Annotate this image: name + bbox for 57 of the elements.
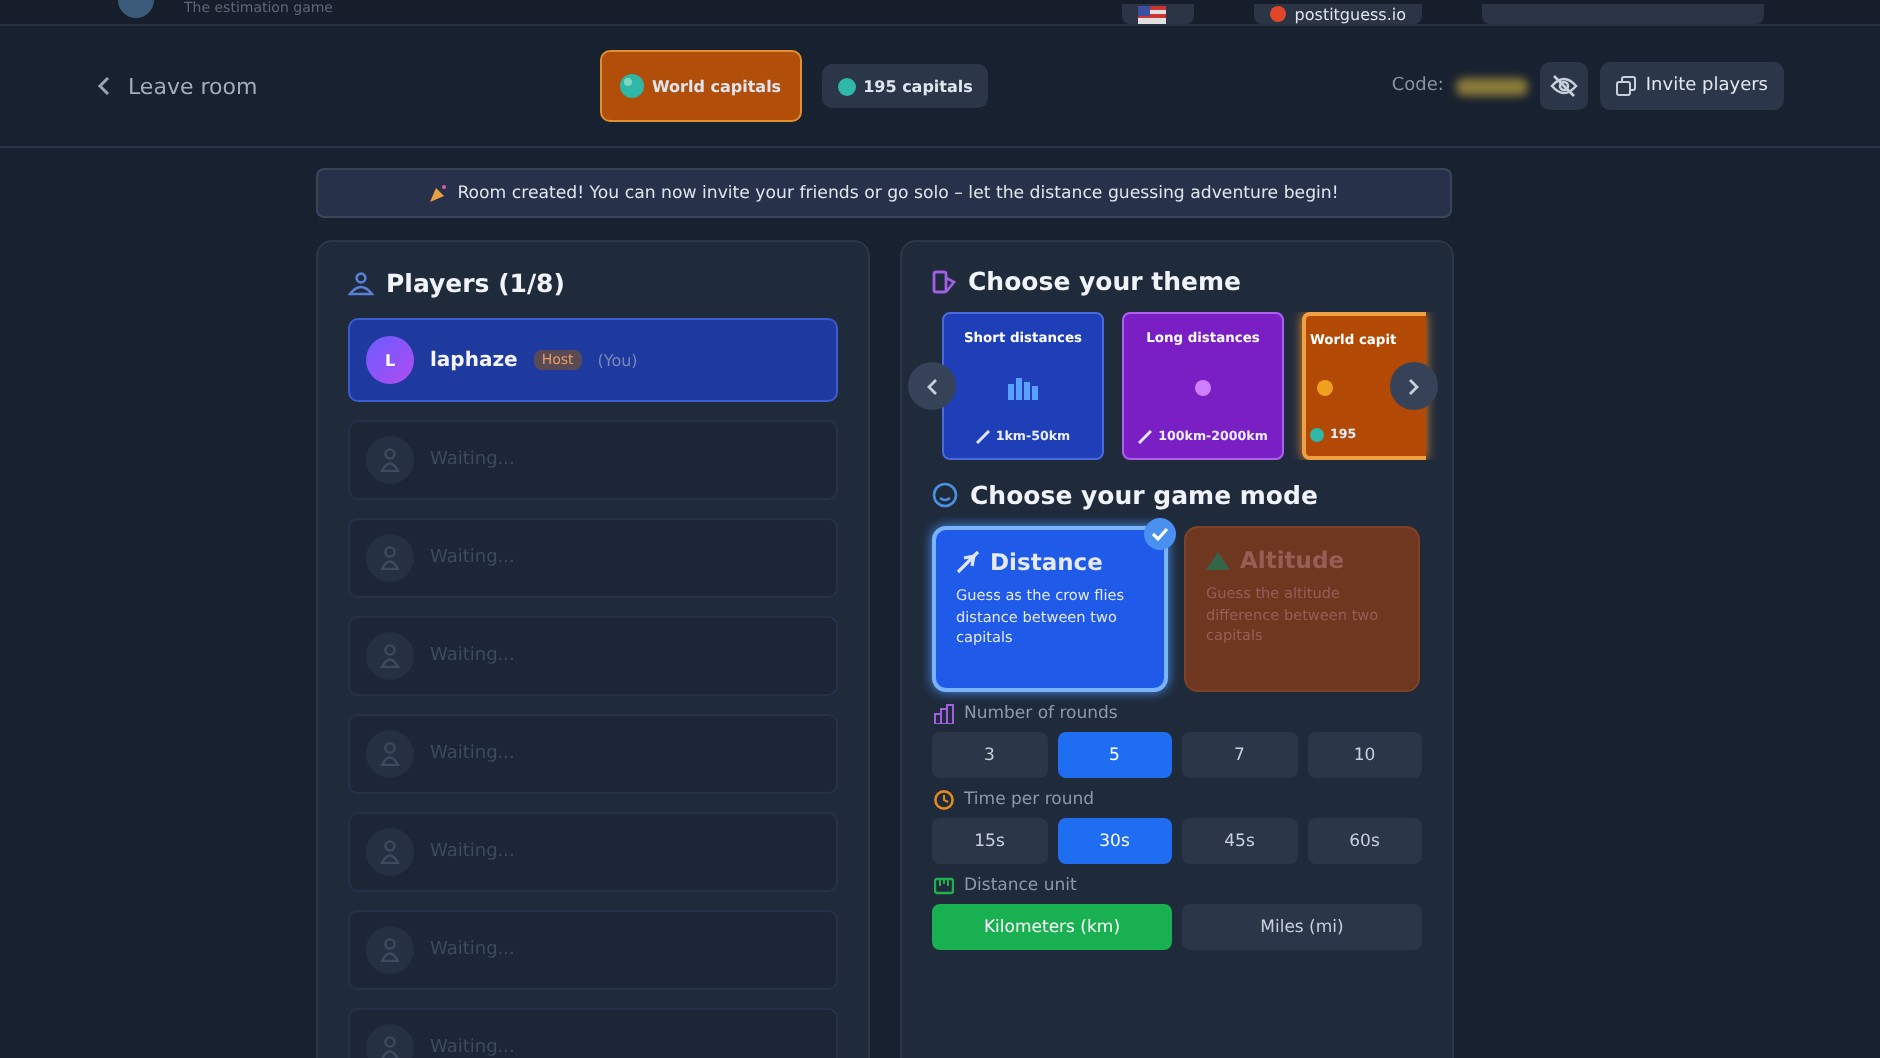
hide-code-button[interactable] [1539, 62, 1588, 110]
code-label: Code: [1391, 76, 1444, 96]
mountain-icon [1206, 550, 1230, 570]
person-icon [380, 938, 400, 962]
option-button[interactable]: 60s [1307, 818, 1422, 864]
party-popper-icon [429, 184, 448, 202]
option-button[interactable]: 15s [932, 818, 1047, 864]
airplane-icon [956, 550, 980, 574]
chevron-right-icon [1408, 377, 1420, 395]
invite-players-button[interactable]: Invite players [1599, 62, 1784, 110]
option-button[interactable]: 5 [1057, 732, 1172, 778]
language-button[interactable] [1122, 4, 1195, 24]
next-button[interactable] [1390, 362, 1438, 410]
option-button[interactable]: 7 [1182, 732, 1297, 778]
bar-chart-icon [934, 704, 954, 724]
game-mode-heading: Choose your game mode [970, 480, 1318, 510]
person-icon [380, 1036, 400, 1058]
eye-off-icon [1549, 74, 1578, 98]
option-button[interactable]: Miles (mi) [1182, 904, 1422, 950]
avatar: L [366, 336, 414, 384]
smiley-icon [932, 482, 958, 508]
banner-text: Room created! You can now invite your friends or go solo – let the distance guessing adventure begin! [457, 183, 1339, 203]
globe-icon [620, 74, 644, 98]
person-icon [380, 644, 400, 668]
person-icon [380, 448, 400, 472]
users-icon [348, 271, 374, 295]
option-button[interactable]: 30s [1057, 818, 1172, 864]
count-chip: 195 capitals [821, 64, 989, 108]
option-button[interactable]: 3 [932, 732, 1047, 778]
chevron-left-icon [96, 76, 112, 96]
you-label: (You) [597, 351, 638, 369]
site-button[interactable]: postitguess.io [1254, 4, 1422, 24]
option-button[interactable]: 45s [1182, 818, 1297, 864]
setting-label: Distance unit [964, 876, 1077, 896]
setting-label: Number of rounds [964, 704, 1118, 724]
globe-icon [1310, 428, 1324, 442]
theme-heading: Choose your theme [968, 266, 1242, 296]
player-name: laphaze [430, 349, 518, 371]
person-icon [380, 840, 400, 864]
palette-icon [932, 269, 956, 293]
option-button[interactable]: 10 [1307, 732, 1422, 778]
previous-button[interactable] [908, 362, 956, 410]
theme-chip: World capitals [600, 50, 802, 122]
chevron-left-icon [926, 377, 938, 395]
players-heading: Players (1/8) [386, 268, 565, 298]
person-icon [380, 546, 400, 570]
bar-chart-icon [1008, 376, 1038, 400]
check-icon [1144, 518, 1176, 550]
globe-icon [837, 77, 856, 95]
person-icon [380, 742, 400, 766]
copy-icon [1615, 76, 1636, 96]
clock-icon [934, 790, 954, 810]
setting-label: Time per round [964, 790, 1095, 810]
pin-icon [1270, 6, 1287, 22]
leave-room-link[interactable]: Leave room [96, 73, 600, 99]
flag-icon [1138, 5, 1167, 23]
hidden-code [1455, 77, 1528, 95]
